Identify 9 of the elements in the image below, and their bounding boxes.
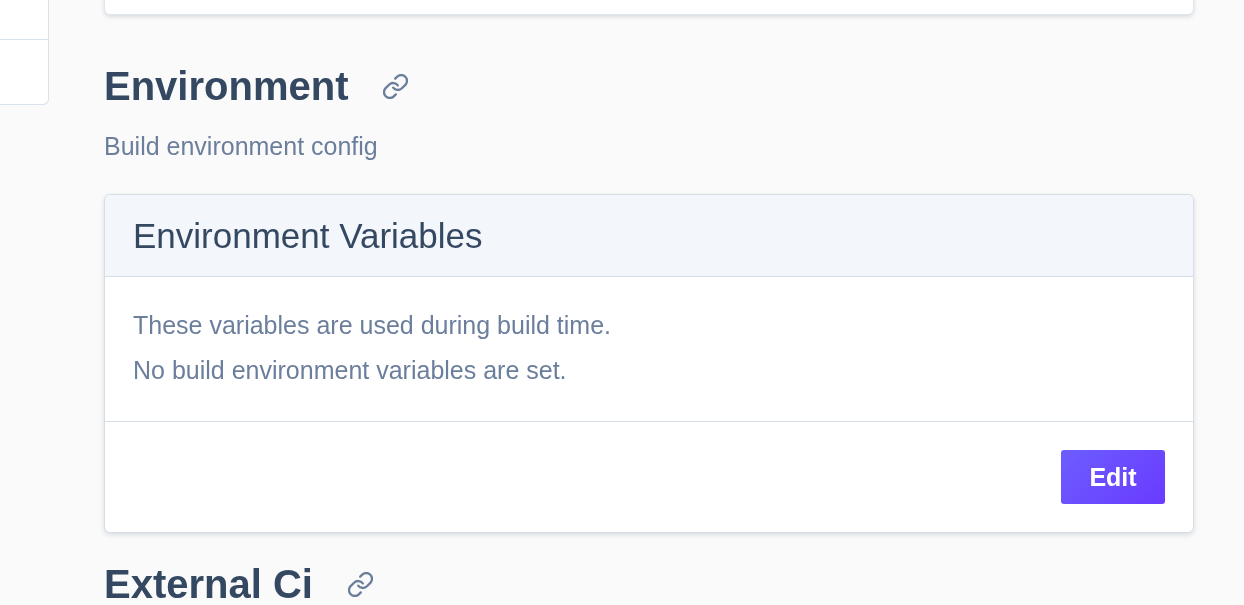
section-heading: Environment	[104, 63, 349, 110]
edit-button[interactable]: Edit	[1061, 450, 1165, 504]
section-heading: External Ci	[104, 561, 313, 605]
link-icon[interactable]	[383, 73, 409, 99]
section-subtitle: Build environment config	[104, 131, 379, 161]
link-icon[interactable]	[347, 571, 373, 597]
card-text: These variables are used during build time.	[133, 310, 613, 340]
card-text: No build environment variables are set.	[133, 355, 568, 385]
card-title: Environment Variables	[133, 215, 483, 256]
